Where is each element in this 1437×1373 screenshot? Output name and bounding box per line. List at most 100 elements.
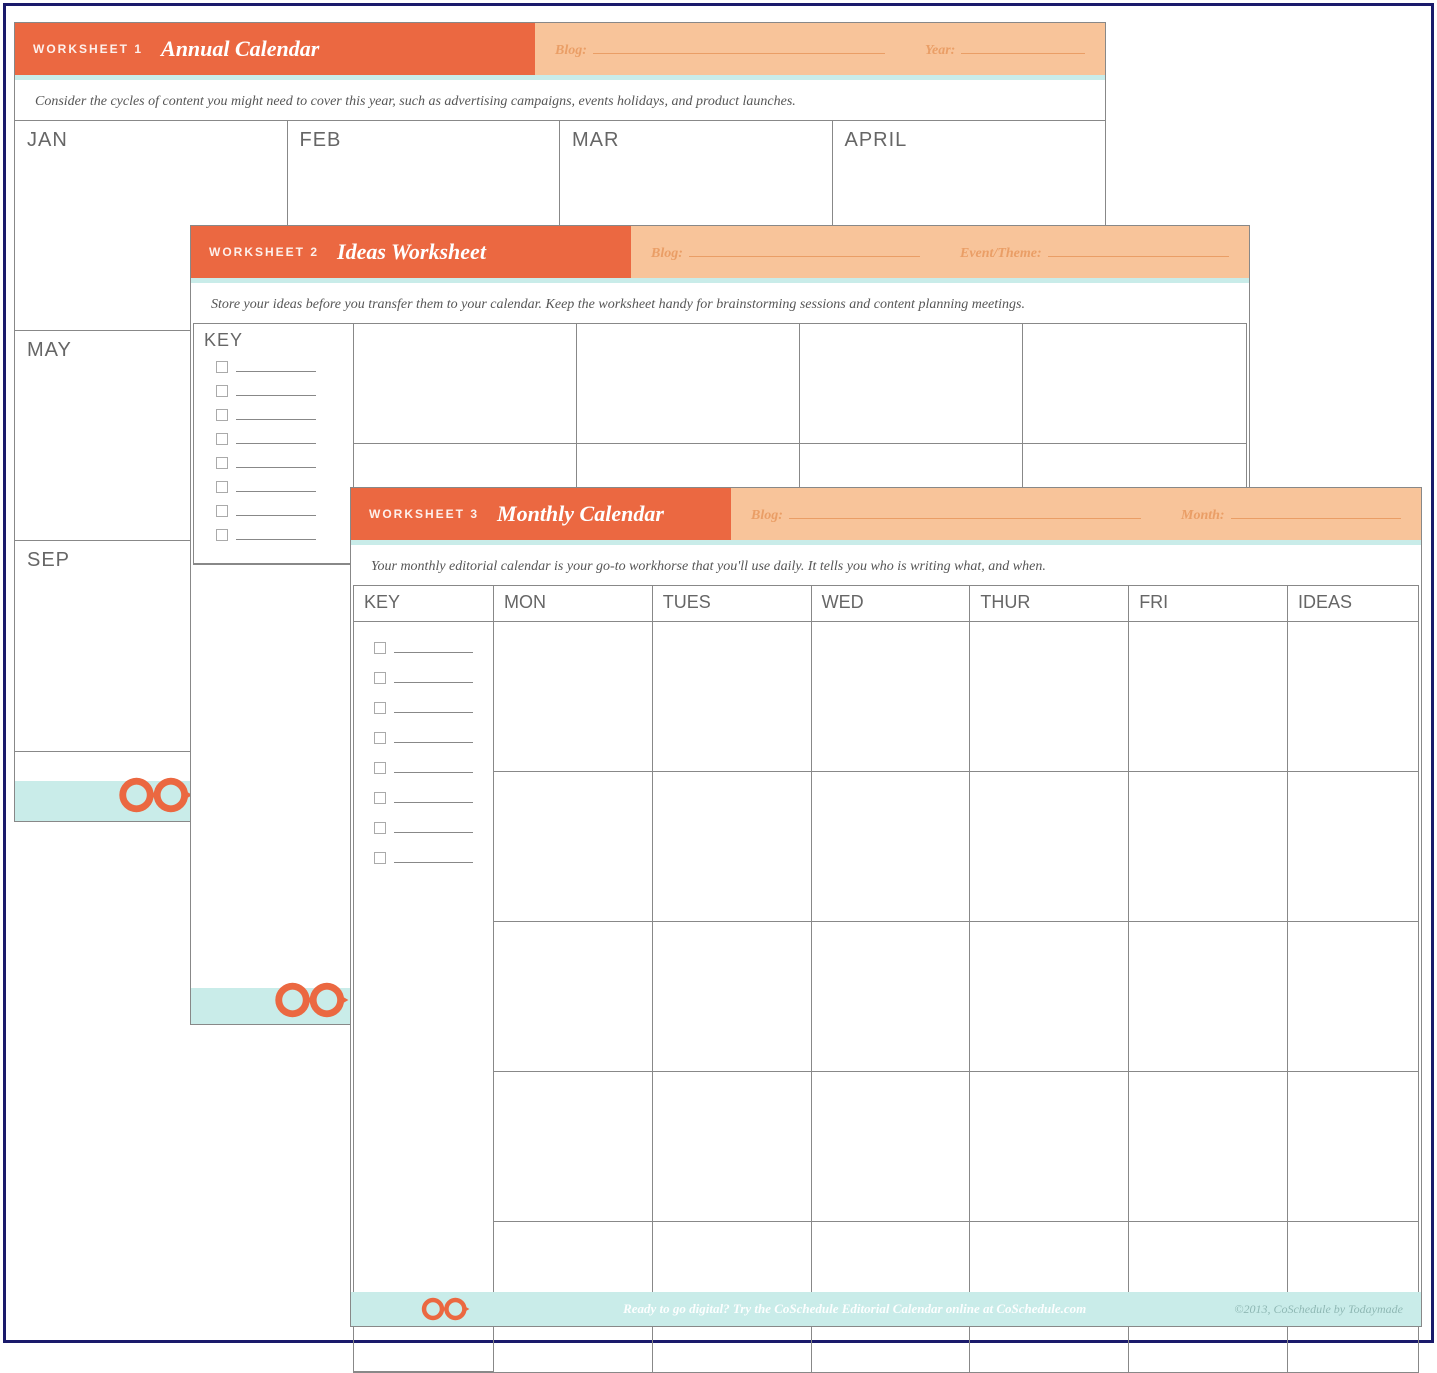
checkbox-icon: [216, 361, 228, 373]
idea-cell[interactable]: [354, 324, 577, 444]
worksheet-3-header-right: Blog: Month:: [731, 488, 1421, 540]
key-item[interactable]: [374, 702, 473, 714]
checkbox-icon: [216, 433, 228, 445]
key-item[interactable]: [216, 361, 331, 373]
checkbox-icon: [374, 702, 386, 714]
key-item[interactable]: [216, 433, 331, 445]
day-cell[interactable]: [812, 772, 971, 922]
key-item[interactable]: [374, 852, 473, 864]
key-line: [236, 362, 316, 372]
key-item[interactable]: [216, 529, 331, 541]
idea-cell[interactable]: [1023, 324, 1246, 444]
checkbox-icon: [216, 457, 228, 469]
worksheet-2-header: WORKSHEET 2 Ideas Worksheet Blog: Event/…: [191, 226, 1249, 278]
key-item[interactable]: [374, 792, 473, 804]
blog-input-line: [689, 243, 920, 257]
worksheet-1-header-left: WORKSHEET 1 Annual Calendar: [15, 23, 535, 75]
idea-cell[interactable]: [800, 324, 1023, 444]
key-line: [236, 458, 316, 468]
worksheet-2-blog-field[interactable]: Blog:: [651, 243, 920, 262]
key-item[interactable]: [216, 481, 331, 493]
worksheet-3-header-left: WORKSHEET 3 Monthly Calendar: [351, 488, 731, 540]
checkbox-icon: [216, 505, 228, 517]
key-item[interactable]: [216, 409, 331, 421]
day-cell[interactable]: [494, 922, 653, 1072]
key-line: [236, 482, 316, 492]
key-line: [394, 643, 473, 653]
event-input-line: [1048, 243, 1229, 257]
column-header-wed: WED: [812, 586, 971, 622]
year-label: Year:: [925, 43, 955, 59]
worksheet-1-year-field[interactable]: Year:: [925, 40, 1085, 59]
day-cell[interactable]: [494, 1072, 653, 1222]
blog-label: Blog:: [751, 508, 783, 524]
day-cell[interactable]: [653, 922, 812, 1072]
monthly-key-column: [354, 622, 494, 1372]
day-cell[interactable]: [1129, 622, 1288, 772]
key-line: [236, 386, 316, 396]
day-cell[interactable]: [970, 922, 1129, 1072]
key-heading: KEY: [204, 330, 343, 351]
checkbox-icon: [216, 529, 228, 541]
worksheet-2-event-field[interactable]: Event/Theme:: [960, 243, 1229, 262]
key-items-list: [362, 632, 485, 874]
key-item[interactable]: [216, 385, 331, 397]
key-item[interactable]: [374, 642, 473, 654]
worksheet-3-blog-field[interactable]: Blog:: [751, 505, 1141, 524]
day-cell[interactable]: [1129, 1072, 1288, 1222]
worksheet-2-label: WORKSHEET 2: [209, 245, 319, 259]
worksheet-1-header: WORKSHEET 1 Annual Calendar Blog: Year:: [15, 23, 1105, 75]
checkbox-icon: [374, 642, 386, 654]
worksheet-1-header-right: Blog: Year:: [535, 23, 1105, 75]
day-cell[interactable]: [812, 922, 971, 1072]
day-cell[interactable]: [1129, 772, 1288, 922]
key-item[interactable]: [216, 457, 331, 469]
key-line: [394, 673, 473, 683]
day-cell[interactable]: [812, 622, 971, 772]
blog-input-line: [789, 505, 1141, 519]
column-header-key: KEY: [354, 586, 494, 622]
coschedule-logo-icon: [419, 1294, 475, 1324]
key-item[interactable]: [374, 732, 473, 744]
key-line: [236, 506, 316, 516]
day-cell[interactable]: [653, 622, 812, 772]
key-item[interactable]: [374, 822, 473, 834]
month-input-line: [1231, 505, 1401, 519]
worksheet-3-footer: Ready to go digital? Try the CoSchedule …: [351, 1292, 1421, 1326]
worksheet-3-label: WORKSHEET 3: [369, 507, 479, 521]
ideas-cell[interactable]: [1288, 622, 1418, 772]
day-cell[interactable]: [653, 1072, 812, 1222]
worksheet-3-monthly-calendar: WORKSHEET 3 Monthly Calendar Blog: Month…: [350, 487, 1422, 1327]
key-line: [236, 530, 316, 540]
ideas-cell[interactable]: [1288, 772, 1418, 922]
worksheet-1-blog-field[interactable]: Blog:: [555, 40, 885, 59]
worksheet-3-header: WORKSHEET 3 Monthly Calendar Blog: Month…: [351, 488, 1421, 540]
worksheet-3-month-field[interactable]: Month:: [1181, 505, 1401, 524]
day-cell[interactable]: [970, 622, 1129, 772]
day-cell[interactable]: [494, 622, 653, 772]
day-cell[interactable]: [970, 772, 1129, 922]
day-cell[interactable]: [494, 772, 653, 922]
coschedule-logo-icon: [115, 773, 201, 817]
worksheet-3-description: Your monthly editorial calendar is your …: [351, 545, 1421, 585]
worksheet-2-header-left: WORKSHEET 2 Ideas Worksheet: [191, 226, 631, 278]
key-item[interactable]: [216, 505, 331, 517]
worksheet-3-title: Monthly Calendar: [497, 501, 664, 527]
ideas-cell[interactable]: [1288, 1072, 1418, 1222]
key-line: [394, 703, 473, 713]
year-input-line: [961, 40, 1085, 54]
checkbox-icon: [374, 852, 386, 864]
checkbox-icon: [374, 762, 386, 774]
key-item[interactable]: [374, 672, 473, 684]
day-cell[interactable]: [812, 1072, 971, 1222]
ideas-cell[interactable]: [1288, 922, 1418, 1072]
key-items-list: [204, 351, 343, 551]
footer-copyright: ©2013, CoSchedule by Todaymade: [1234, 1302, 1403, 1317]
blog-input-line: [593, 40, 885, 54]
key-line: [394, 853, 473, 863]
idea-cell[interactable]: [577, 324, 800, 444]
key-item[interactable]: [374, 762, 473, 774]
day-cell[interactable]: [653, 772, 812, 922]
day-cell[interactable]: [970, 1072, 1129, 1222]
day-cell[interactable]: [1129, 922, 1288, 1072]
